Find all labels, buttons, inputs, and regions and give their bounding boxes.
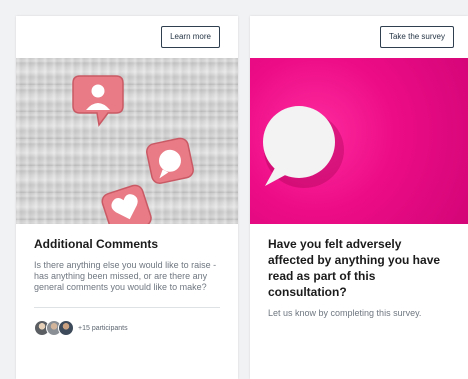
user-profile-icon: [72, 75, 124, 127]
participants-row: +15 participants: [34, 320, 220, 336]
card-additional-comments[interactable]: Learn more Additional Comments Is there …: [16, 16, 238, 379]
avatar: [58, 320, 74, 336]
card-header: Learn more: [16, 16, 238, 58]
card-survey[interactable]: Take the survey Have you felt adversely …: [250, 16, 468, 379]
speech-bubble-illustration: [263, 106, 344, 188]
participants-count: +15 participants: [78, 324, 128, 332]
card-title[interactable]: Additional Comments: [34, 236, 220, 252]
card-title[interactable]: Have you felt adversely affected by anyt…: [268, 236, 450, 300]
heart-icon: [101, 184, 152, 224]
card-description: Is there anything else you would like to…: [34, 260, 217, 292]
learn-more-button[interactable]: Learn more: [161, 26, 220, 48]
card-image-pink-background: [250, 58, 468, 224]
speech-bubble-icon: [146, 137, 194, 184]
card-body: Additional Comments Is there anything el…: [16, 224, 238, 336]
card-image-wood-background: [16, 58, 238, 224]
take-survey-button[interactable]: Take the survey: [379, 26, 454, 48]
divider: [34, 307, 220, 308]
card-description: Let us know by completing this survey.: [268, 308, 422, 318]
card-header: Take the survey: [250, 16, 468, 58]
card-body: Have you felt adversely affected by anyt…: [250, 224, 468, 319]
social-icons-illustration: [72, 75, 194, 224]
